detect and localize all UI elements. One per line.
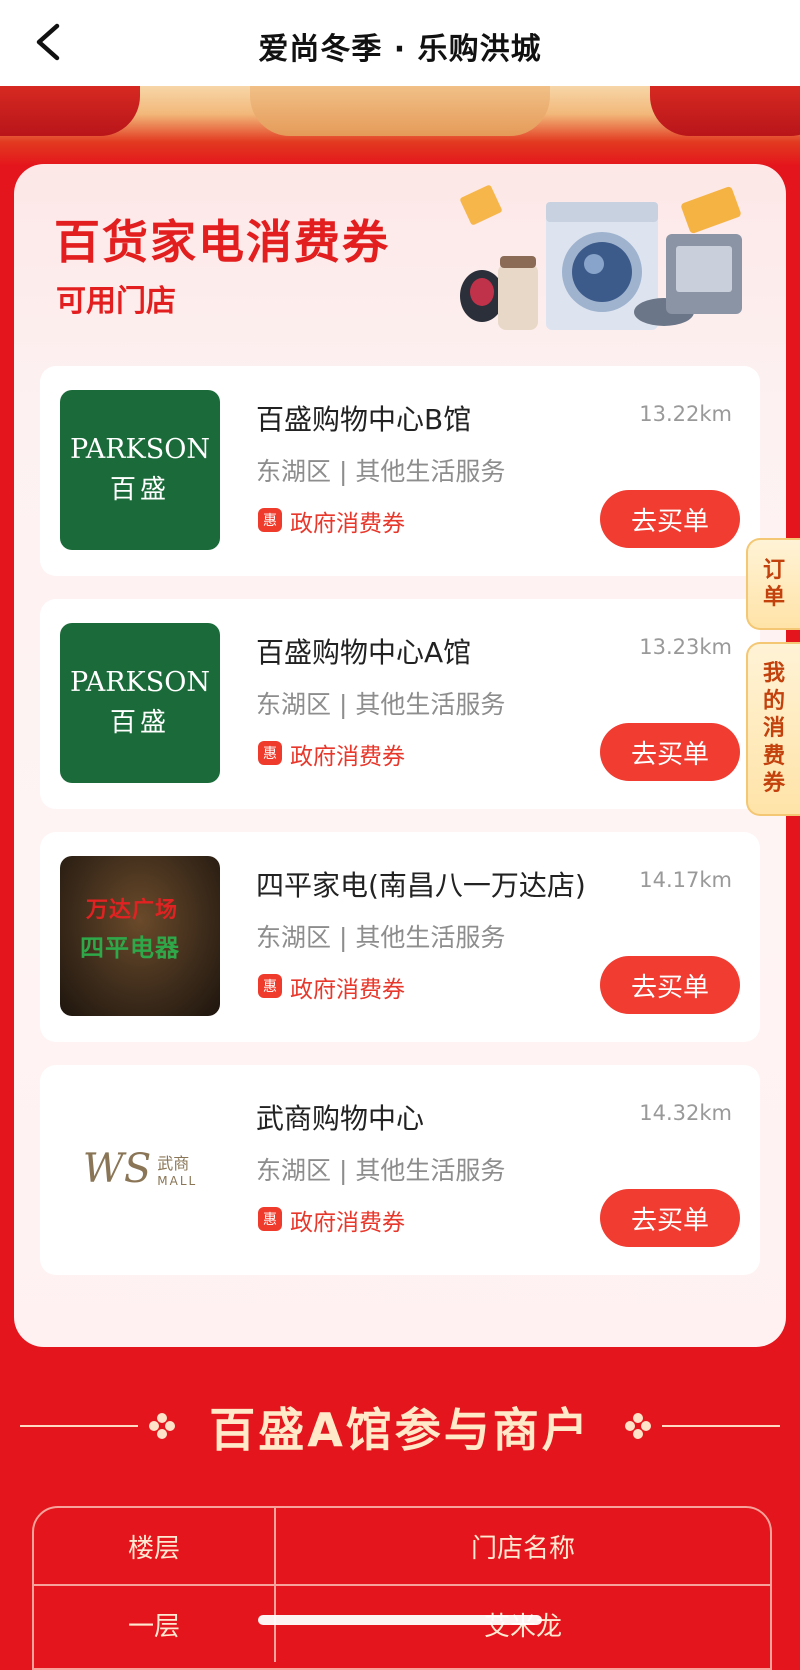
discount-badge-icon: 惠 (258, 974, 282, 998)
merchants-section-header: 百盛A馆参与商户 (0, 1380, 800, 1470)
discount-badge-icon: 惠 (258, 741, 282, 765)
store-category: 东湖区 | 其他生活服务 (256, 457, 506, 486)
store-distance: 13.22km (639, 402, 732, 426)
store-category: 东湖区 | 其他生活服务 (256, 923, 506, 952)
store-distance: 14.17km (639, 868, 732, 892)
store-distance: 14.32km (639, 1101, 732, 1125)
coupon-label: 政府消费券 (290, 744, 405, 770)
appliance-illustration (460, 185, 742, 330)
store-card[interactable]: 万达广场 四平电器 四平家电(南昌八一万达店) 14.17km 东湖区 | 其他… (40, 832, 760, 1042)
home-indicator[interactable] (258, 1615, 542, 1625)
column-header-floor: 楼层 (34, 1508, 276, 1584)
store-logo: PARKSON 百盛 (60, 623, 220, 783)
coupon-label: 政府消费券 (290, 977, 405, 1003)
store-name: 武商购物中心 (256, 1102, 425, 1135)
discount-badge-icon: 惠 (258, 1207, 282, 1231)
pay-button[interactable]: 去买单 (600, 1189, 740, 1247)
section-title: 百盛A馆参与商户 (209, 1403, 591, 1457)
decorative-banner (0, 86, 800, 166)
card-subheading: 可用门店 (56, 284, 176, 319)
card-heading: 百货家电消费券 (54, 215, 390, 269)
store-category: 东湖区 | 其他生活服务 (256, 690, 506, 719)
store-card[interactable]: PARKSON 百盛 百盛购物中心B馆 13.22km 东湖区 | 其他生活服务… (40, 366, 760, 576)
store-name: 百盛购物中心B馆 (256, 403, 472, 436)
store-logo: PARKSON 百盛 (60, 390, 220, 550)
column-header-store: 门店名称 (470, 1533, 575, 1564)
table-header: 楼层 门店名称 (34, 1508, 770, 1586)
store-logo: WS 武商 MALL (60, 1089, 220, 1249)
store-list-card: 百货家电消费券 可用门店 PARKSON 百盛 百盛购物中心B馆 13.22km… (14, 164, 786, 1347)
pay-button[interactable]: 去买单 (600, 956, 740, 1014)
store-category: 东湖区 | 其他生活服务 (256, 1156, 506, 1185)
discount-badge-icon: 惠 (258, 508, 282, 532)
store-card[interactable]: PARKSON 百盛 百盛购物中心A馆 13.23km 东湖区 | 其他生活服务… (40, 599, 760, 809)
nav-bar: 爱尚冬季 · 乐购洪城 (0, 0, 800, 86)
store-name: 四平家电(南昌八一万达店) (256, 869, 586, 902)
floor-cell: 一层 (34, 1586, 276, 1662)
coupon-label: 政府消费券 (290, 1210, 405, 1236)
orders-side-tab[interactable]: 订单 (746, 538, 800, 630)
page-title: 爱尚冬季 · 乐购洪城 (258, 32, 542, 67)
store-name: 百盛购物中心A馆 (256, 636, 472, 669)
my-coupons-side-tab-label: 我的消费券 (762, 661, 785, 797)
my-coupons-side-tab[interactable]: 我的消费券 (746, 642, 800, 816)
store-card[interactable]: WS 武商 MALL 武商购物中心 14.32km 东湖区 | 其他生活服务 惠… (40, 1065, 760, 1275)
coupon-label: 政府消费券 (290, 511, 405, 537)
pay-button[interactable]: 去买单 (600, 723, 740, 781)
orders-side-tab-label: 订单 (762, 557, 785, 611)
merchant-table: 楼层 门店名称 一层 艾米龙 (32, 1506, 772, 1670)
store-logo: 万达广场 四平电器 (60, 856, 220, 1016)
store-distance: 13.23km (639, 635, 732, 659)
pay-button[interactable]: 去买单 (600, 490, 740, 548)
